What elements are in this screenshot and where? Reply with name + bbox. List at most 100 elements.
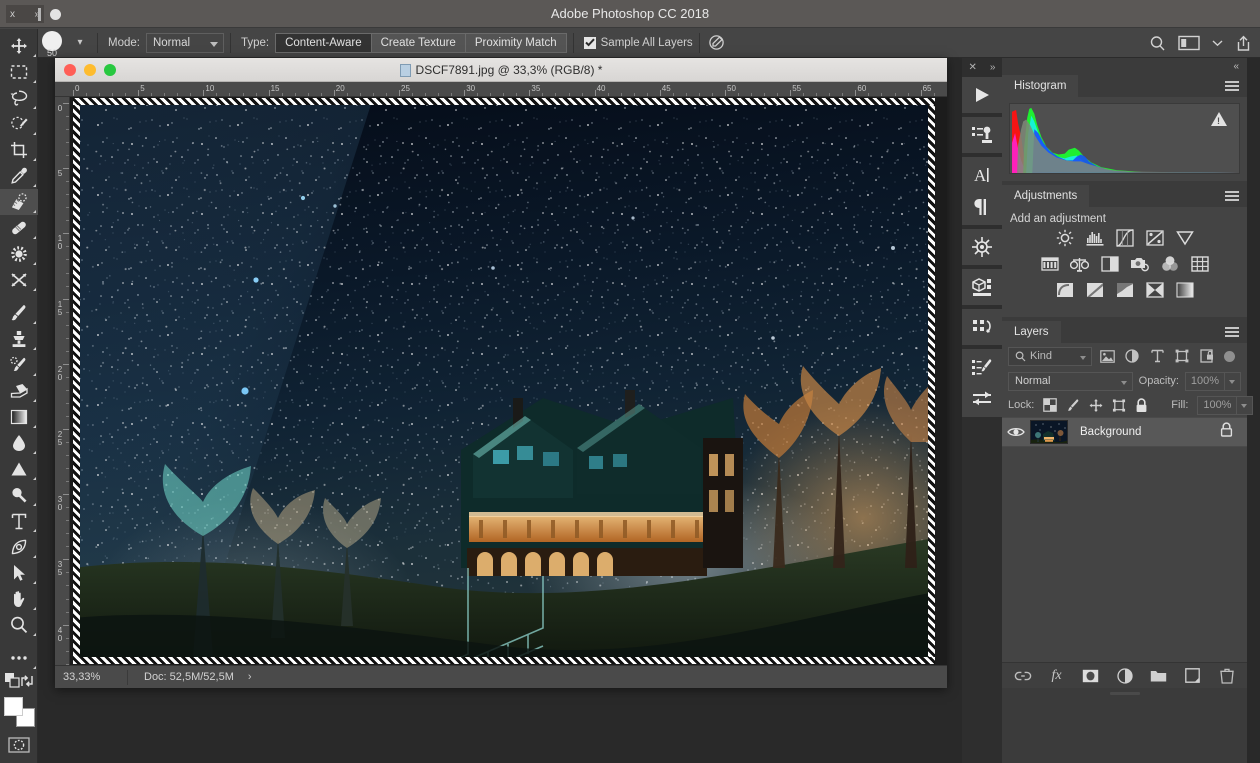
cached-data-warning-icon[interactable] (1211, 112, 1227, 126)
clone-stamp-tool[interactable] (0, 326, 38, 352)
layers-panel-menu-icon[interactable] (1225, 327, 1239, 339)
crop-tool[interactable] (0, 137, 38, 163)
hand-tool[interactable] (0, 586, 38, 612)
quick-selection-tool[interactable] (0, 111, 38, 137)
tab-histogram[interactable]: Histogram (1002, 75, 1079, 97)
patch-tool[interactable] (0, 215, 38, 241)
layer-visibility-eye-icon[interactable] (1002, 426, 1030, 438)
canvas-area[interactable] (70, 97, 947, 665)
color-lookup-icon[interactable] (1190, 255, 1210, 273)
add-layer-mask-icon[interactable] (1082, 667, 1100, 685)
rail-brush-settings-icon[interactable] (962, 351, 1002, 383)
photo-filter-icon[interactable] (1130, 255, 1150, 273)
eyedropper-tool[interactable] (0, 163, 38, 189)
blur-tool[interactable] (0, 430, 38, 456)
lock-image-pixels-icon[interactable] (1066, 397, 1080, 413)
filter-shape-icon[interactable] (1172, 347, 1192, 366)
table-row[interactable]: Background (1002, 417, 1247, 447)
selective-color-icon[interactable] (1145, 281, 1165, 299)
exposure-icon[interactable] (1145, 229, 1165, 247)
zoom-tool[interactable] (0, 612, 38, 638)
red-eye-tool[interactable] (0, 267, 38, 293)
marquee-tool[interactable] (0, 59, 38, 85)
rail-paragraph-icon[interactable] (962, 191, 1002, 223)
burn-tool[interactable] (0, 482, 38, 508)
filter-pixel-icon[interactable] (1097, 347, 1117, 366)
color-swatches[interactable] (0, 695, 38, 731)
search-icon[interactable] (1149, 35, 1166, 52)
lock-all-icon[interactable] (1135, 397, 1148, 413)
horizontal-ruler[interactable]: 0 5 10 15 20 25 30 35 40 45 50 55 60 65 (55, 82, 947, 97)
screen-mode-icon[interactable] (0, 759, 38, 763)
rail-play-icon[interactable] (962, 79, 1002, 111)
dock-resize-grip[interactable] (1109, 692, 1140, 695)
tab-adjustments[interactable]: Adjustments (1002, 185, 1090, 207)
adjustments-panel-menu-icon[interactable] (1225, 191, 1239, 203)
layer-filter-kind-select[interactable]: Kind (1008, 346, 1092, 366)
rail-history-icon[interactable] (962, 311, 1002, 343)
hue-saturation-icon[interactable] (1040, 255, 1060, 273)
workspace-icon[interactable] (1178, 35, 1200, 51)
curves-icon[interactable] (1115, 229, 1135, 247)
foreground-color-swatch[interactable] (4, 697, 23, 716)
new-group-icon[interactable] (1150, 667, 1168, 685)
lock-artboard-icon[interactable] (1112, 397, 1126, 413)
lasso-tool[interactable] (0, 85, 38, 111)
content-aware-move-tool[interactable] (0, 241, 38, 267)
path-selection-tool[interactable] (0, 560, 38, 586)
fill-stepper[interactable] (1237, 395, 1254, 415)
document-image[interactable] (73, 98, 935, 664)
quick-mask-icon[interactable] (0, 731, 38, 759)
threshold-icon[interactable] (1115, 281, 1135, 299)
lock-transparent-pixels-icon[interactable] (1043, 397, 1058, 413)
move-tool[interactable] (0, 33, 38, 59)
delete-layer-icon[interactable] (1218, 667, 1236, 685)
eraser-tool[interactable] (0, 378, 38, 404)
edit-toolbar-button[interactable] (0, 645, 38, 671)
brush-preset-chevron-icon[interactable]: ▾ (69, 37, 91, 48)
zoom-level-field[interactable]: 33,33% (55, 671, 127, 683)
opacity-stepper[interactable] (1225, 371, 1241, 391)
type-proximity-match-button[interactable]: Proximity Match (464, 32, 567, 53)
opacity-value[interactable]: 100% (1185, 371, 1225, 391)
history-brush-tool[interactable] (0, 352, 38, 378)
histogram-panel-menu-icon[interactable] (1225, 81, 1239, 93)
rail-3d-icon[interactable] (962, 271, 1002, 303)
dodge-tool[interactable] (0, 456, 38, 482)
filter-type-icon[interactable] (1147, 347, 1167, 366)
swap-colors-icon[interactable] (20, 674, 34, 693)
layer-style-fx-icon[interactable]: fx (1048, 667, 1066, 685)
blend-mode-select[interactable]: Normal (1008, 371, 1133, 391)
layer-locked-icon[interactable] (1220, 422, 1233, 442)
lock-position-icon[interactable] (1089, 397, 1103, 413)
default-colors-icon[interactable] (5, 673, 20, 693)
rail-expand-icon[interactable]: » (990, 62, 996, 73)
mode-select[interactable]: Normal (145, 32, 224, 53)
rail-close-icon[interactable]: ✕ (969, 62, 977, 73)
pressure-size-icon[interactable] (708, 34, 725, 51)
share-icon[interactable] (1235, 35, 1252, 52)
fill-value[interactable]: 100% (1197, 395, 1238, 415)
brush-tool[interactable] (0, 300, 38, 326)
brightness-contrast-icon[interactable] (1055, 229, 1075, 247)
sample-all-layers-checkbox[interactable]: Sample All Layers (583, 36, 693, 49)
spot-healing-brush-tool[interactable] (0, 189, 38, 215)
type-create-texture-button[interactable]: Create Texture (370, 32, 465, 53)
status-expand-arrow-icon[interactable]: › (248, 671, 252, 683)
chevron-down-icon[interactable] (1212, 39, 1223, 47)
pen-tool[interactable] (0, 534, 38, 560)
channel-mixer-icon[interactable] (1160, 255, 1180, 273)
tab-layers[interactable]: Layers (1002, 321, 1061, 343)
gradient-tool[interactable] (0, 404, 38, 430)
levels-icon[interactable] (1085, 229, 1105, 247)
rail-3d-light-icon[interactable] (962, 231, 1002, 263)
rail-character-icon[interactable]: A (962, 159, 1002, 191)
rail-actions-icon[interactable] (962, 119, 1002, 151)
filter-adjustment-icon[interactable] (1122, 347, 1142, 366)
rail-properties-icon[interactable] (962, 383, 1002, 415)
link-layers-icon[interactable] (1014, 667, 1032, 685)
type-content-aware-button[interactable]: Content-Aware (275, 32, 371, 53)
vibrance-icon[interactable] (1175, 229, 1195, 247)
new-layer-icon[interactable] (1184, 667, 1202, 685)
filter-smart-object-icon[interactable] (1197, 347, 1217, 366)
